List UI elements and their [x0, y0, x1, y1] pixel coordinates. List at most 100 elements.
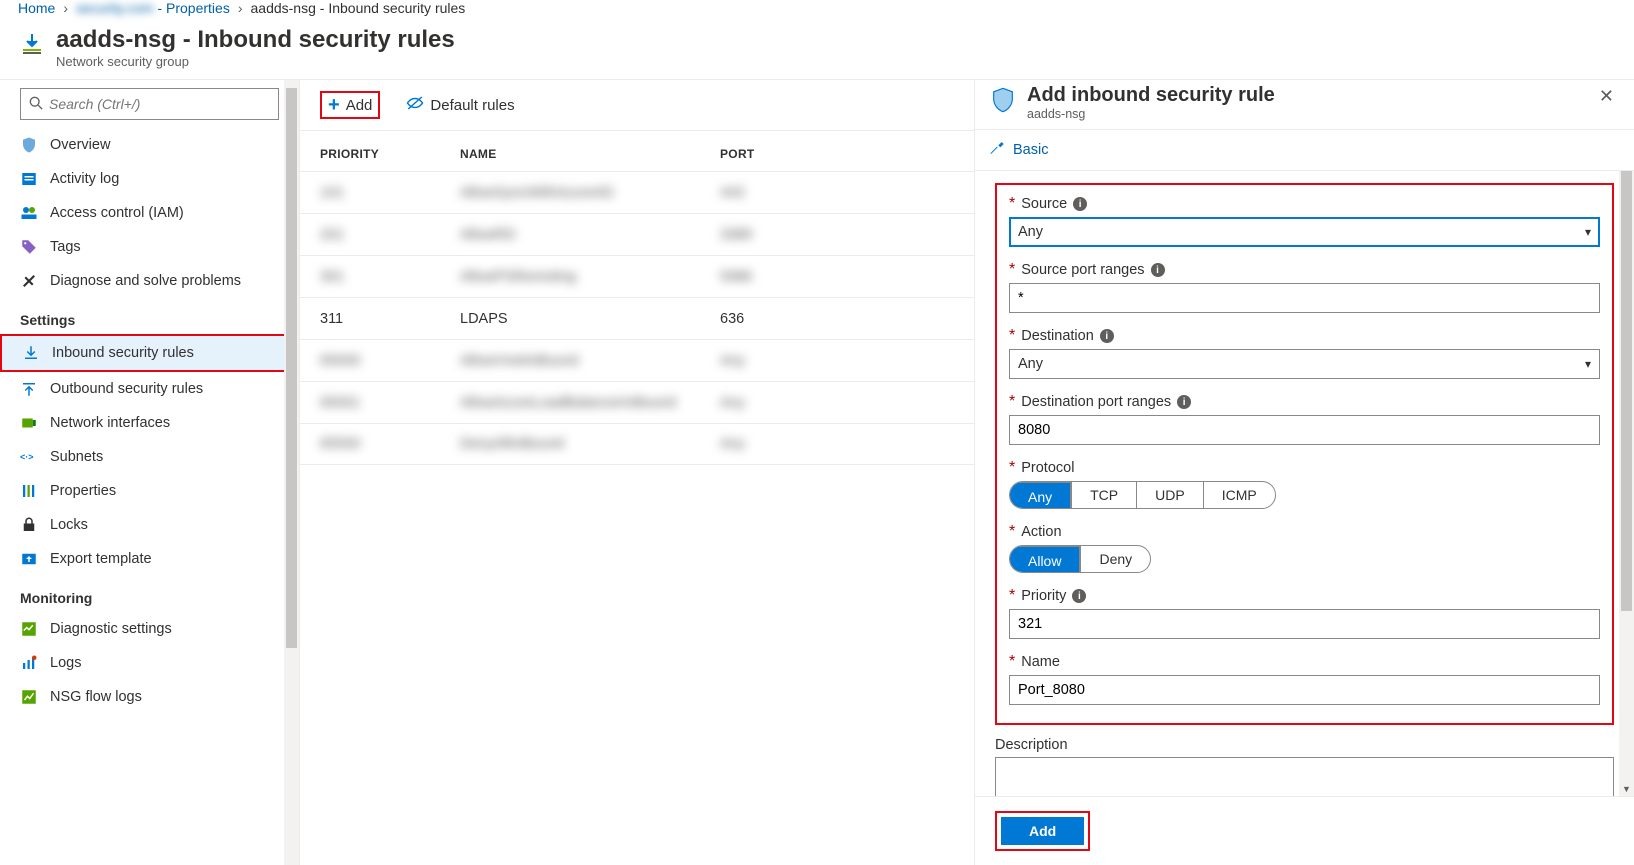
- cell-priority: 65500: [320, 436, 460, 452]
- seg-option-allow[interactable]: Allow: [1010, 546, 1080, 573]
- inbound-rules-icon: [20, 26, 44, 59]
- name-input-wrap[interactable]: [1009, 675, 1600, 705]
- sidebar-item-label: Subnets: [50, 449, 103, 465]
- seg-option-udp[interactable]: UDP: [1136, 482, 1203, 508]
- logs-icon: [20, 654, 38, 672]
- add-rule-panel: Add inbound security rule aadds-nsg ✕ Ba…: [974, 80, 1634, 865]
- sidebar-item-label: Locks: [50, 517, 88, 533]
- dst-port-input[interactable]: [1018, 422, 1591, 438]
- seg-option-tcp[interactable]: TCP: [1071, 482, 1136, 508]
- outbound-icon: [20, 380, 38, 398]
- sidebar-item-label: Overview: [50, 137, 110, 153]
- info-icon[interactable]: i: [1151, 263, 1165, 277]
- seg-option-icmp[interactable]: ICMP: [1203, 482, 1275, 508]
- cell-name: LDAPS: [460, 311, 720, 327]
- page-header: aadds-nsg - Inbound security rules Netwo…: [0, 22, 1634, 80]
- search-icon: [29, 96, 43, 113]
- basic-label: Basic: [1013, 142, 1048, 158]
- sidebar-item-label: Tags: [50, 239, 81, 255]
- name-label: Name: [1021, 654, 1060, 670]
- info-icon[interactable]: i: [1177, 395, 1191, 409]
- sidebar-item-nsgflow[interactable]: NSG flow logs: [0, 680, 299, 714]
- col-port[interactable]: PORT: [720, 147, 840, 161]
- sidebar-item-locks[interactable]: Locks: [0, 508, 299, 542]
- sidebar-item-diagnose[interactable]: Diagnose and solve problems: [0, 264, 299, 298]
- sidebar-item-activity[interactable]: Activity log: [0, 162, 299, 196]
- iam-icon: [20, 204, 38, 222]
- src-port-input[interactable]: [1018, 290, 1591, 306]
- sidebar-item-subnets[interactable]: <·>Subnets: [0, 440, 299, 474]
- breadcrumbs: Home › security.com - Properties › aadds…: [0, 0, 1634, 22]
- chevron-right-icon: ›: [238, 0, 243, 16]
- src-port-input-wrap[interactable]: [1009, 283, 1600, 313]
- nsgflow-icon: [20, 688, 38, 706]
- close-icon[interactable]: ✕: [1593, 84, 1620, 109]
- basic-toggle[interactable]: Basic: [975, 130, 1634, 171]
- diagnose-icon: [20, 272, 38, 290]
- info-icon[interactable]: i: [1073, 197, 1087, 211]
- protocol-segmented[interactable]: AnyTCPUDPICMP: [1009, 481, 1276, 509]
- sidebar-item-logs[interactable]: Logs: [0, 646, 299, 680]
- sidebar-item-inbound[interactable]: Inbound security rules: [0, 334, 299, 372]
- bc-home[interactable]: Home: [18, 0, 55, 16]
- nav-section-settings: Settings: [0, 298, 299, 334]
- sidebar-item-props[interactable]: Properties: [0, 474, 299, 508]
- cell-port: 3389: [720, 227, 840, 243]
- sidebar-item-export[interactable]: Export template: [0, 542, 299, 576]
- panel-header: Add inbound security rule aadds-nsg ✕: [975, 80, 1634, 130]
- name-input[interactable]: [1018, 682, 1591, 698]
- cell-port: 443: [720, 185, 840, 201]
- default-rules-button[interactable]: Default rules: [398, 90, 522, 120]
- sidebar-search[interactable]: [20, 88, 279, 120]
- priority-input-wrap[interactable]: [1009, 609, 1600, 639]
- cell-port: Any: [720, 436, 840, 452]
- panel-subtitle: aadds-nsg: [1027, 107, 1275, 121]
- action-label: Action: [1021, 524, 1061, 540]
- sidebar-item-outbound[interactable]: Outbound security rules: [0, 372, 299, 406]
- destination-select[interactable]: Any ▾: [1009, 349, 1600, 379]
- sidebar-item-diag[interactable]: Diagnostic settings: [0, 612, 299, 646]
- inbound-icon: [22, 344, 40, 362]
- info-icon[interactable]: i: [1072, 589, 1086, 603]
- sidebar-item-overview[interactable]: Overview: [0, 128, 299, 162]
- priority-input[interactable]: [1018, 616, 1591, 632]
- sidebar-scrollbar[interactable]: [284, 80, 299, 865]
- overview-icon: [20, 136, 38, 154]
- sidebar-search-input[interactable]: [49, 96, 270, 112]
- description-label: Description: [995, 737, 1068, 753]
- sidebar-item-nics[interactable]: Network interfaces: [0, 406, 299, 440]
- seg-option-any[interactable]: Any: [1010, 482, 1071, 509]
- cell-priority: 311: [320, 311, 460, 327]
- shield-icon: [989, 84, 1017, 117]
- col-priority[interactable]: PRIORITY: [320, 147, 460, 161]
- source-select[interactable]: Any ▾: [1009, 217, 1600, 247]
- action-segmented[interactable]: AllowDeny: [1009, 545, 1151, 573]
- destination-value: Any: [1018, 356, 1043, 372]
- description-textarea[interactable]: [995, 757, 1614, 796]
- chevron-down-icon: ▾: [1585, 225, 1591, 239]
- info-icon[interactable]: i: [1100, 329, 1114, 343]
- col-name[interactable]: NAME: [460, 147, 720, 161]
- add-button[interactable]: Add: [1001, 817, 1084, 845]
- sidebar-item-label: Export template: [50, 551, 152, 567]
- dst-port-input-wrap[interactable]: [1009, 415, 1600, 445]
- cell-name: AllowPSRemoting: [460, 269, 720, 285]
- sidebar-item-tags[interactable]: Tags: [0, 230, 299, 264]
- chevron-down-icon: ▾: [1585, 357, 1591, 371]
- nics-icon: [20, 414, 38, 432]
- sidebar-item-label: Network interfaces: [50, 415, 170, 431]
- cell-priority: 201: [320, 227, 460, 243]
- add-rule-button[interactable]: + Add: [320, 91, 380, 119]
- cell-name: AllowRD: [460, 227, 720, 243]
- bc-properties[interactable]: security.com - Properties: [76, 0, 230, 16]
- sidebar-item-label: Logs: [50, 655, 81, 671]
- sidebar-item-label: Diagnose and solve problems: [50, 273, 241, 289]
- sidebar-item-iam[interactable]: Access control (IAM): [0, 196, 299, 230]
- seg-option-deny[interactable]: Deny: [1080, 546, 1150, 572]
- dst-port-label: Destination port ranges: [1021, 394, 1171, 410]
- cell-name: AllowAzureLoadBalancerInBound: [460, 395, 720, 411]
- sidebar: « OverviewActivity logAccess control (IA…: [0, 80, 300, 865]
- cell-priority: 101: [320, 185, 460, 201]
- panel-scrollbar[interactable]: ▲▼: [1619, 171, 1634, 796]
- cell-name: AllowVnetInBound: [460, 353, 720, 369]
